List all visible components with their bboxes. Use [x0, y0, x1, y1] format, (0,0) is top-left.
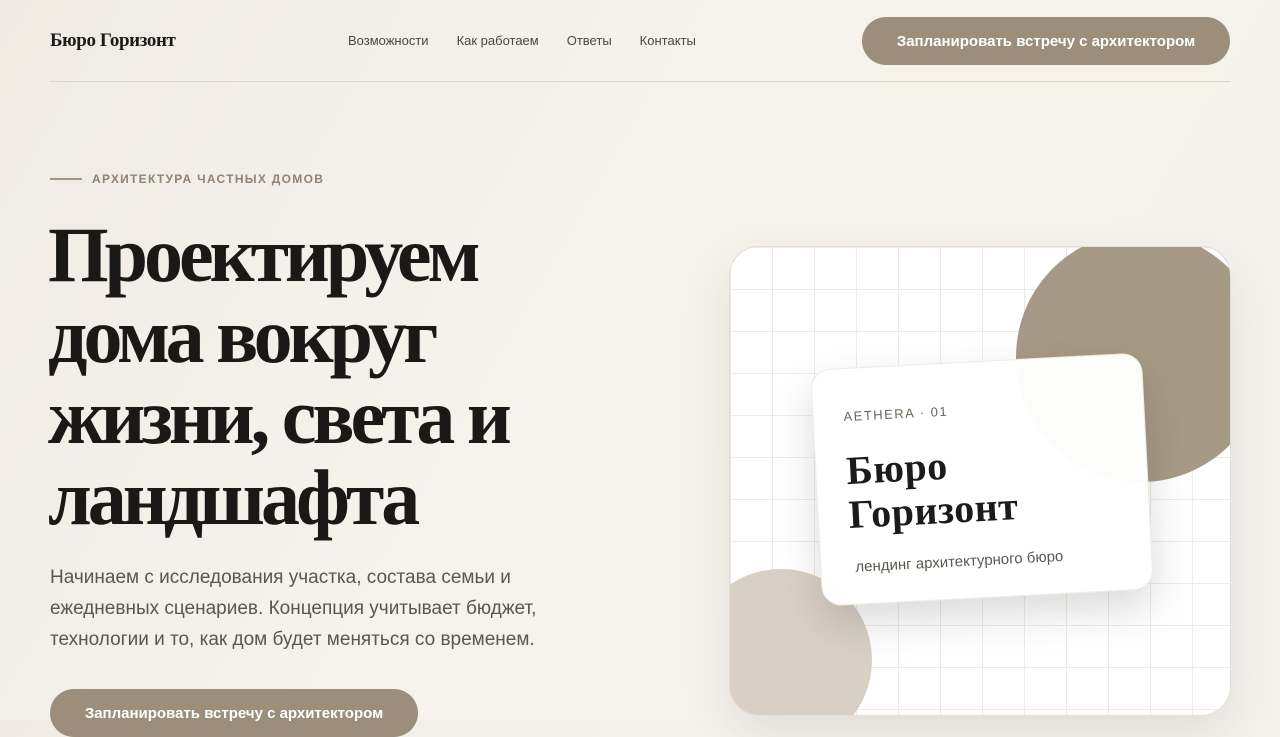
- hero-title-line: жизни, света и: [48, 373, 512, 460]
- card-title-line: Бюро: [845, 442, 949, 494]
- hero-visual: AETHERA · 01 Бюро Горизонт лендинг архит…: [729, 246, 1231, 716]
- brand-card: AETHERA · 01 Бюро Горизонт лендинг архит…: [810, 352, 1154, 607]
- card-title-line: Горизонт: [847, 483, 1020, 537]
- site-header: Бюро Горизонт Возможности Как работаем О…: [50, 0, 1230, 82]
- header-book-meeting-button[interactable]: Запланировать встречу с архитектором: [862, 17, 1230, 65]
- hero-title: Проектируем дома вокруг жизни, света и л…: [48, 214, 668, 538]
- nav-link-process[interactable]: Как работаем: [457, 33, 539, 48]
- nav-link-faq[interactable]: Ответы: [567, 33, 612, 48]
- hero-book-meeting-button[interactable]: Запланировать встречу с архитектором: [50, 689, 418, 737]
- card-subtitle: лендинг архитектурного бюро: [854, 547, 1064, 576]
- nav-link-contacts[interactable]: Контакты: [640, 33, 696, 48]
- hero-eyebrow: АРХИТЕКТУРА ЧАСТНЫХ ДОМОВ: [50, 172, 324, 186]
- hero-title-line: Проектируем: [48, 211, 481, 298]
- brand-logo[interactable]: Бюро Горизонт: [50, 30, 176, 52]
- card-kicker: AETHERA · 01: [843, 403, 949, 425]
- hero-title-line: ландшафта: [48, 454, 420, 541]
- main-nav: Возможности Как работаем Ответы Контакты: [348, 33, 696, 48]
- nav-link-features[interactable]: Возможности: [348, 33, 429, 48]
- eyebrow-label: АРХИТЕКТУРА ЧАСТНЫХ ДОМОВ: [92, 172, 325, 186]
- hero-title-line: дома вокруг: [48, 292, 438, 379]
- eyebrow-divider: [50, 178, 82, 180]
- card-title: Бюро Горизонт: [845, 434, 1139, 537]
- hero-lead: Начинаем с исследования участка, состава…: [50, 567, 537, 650]
